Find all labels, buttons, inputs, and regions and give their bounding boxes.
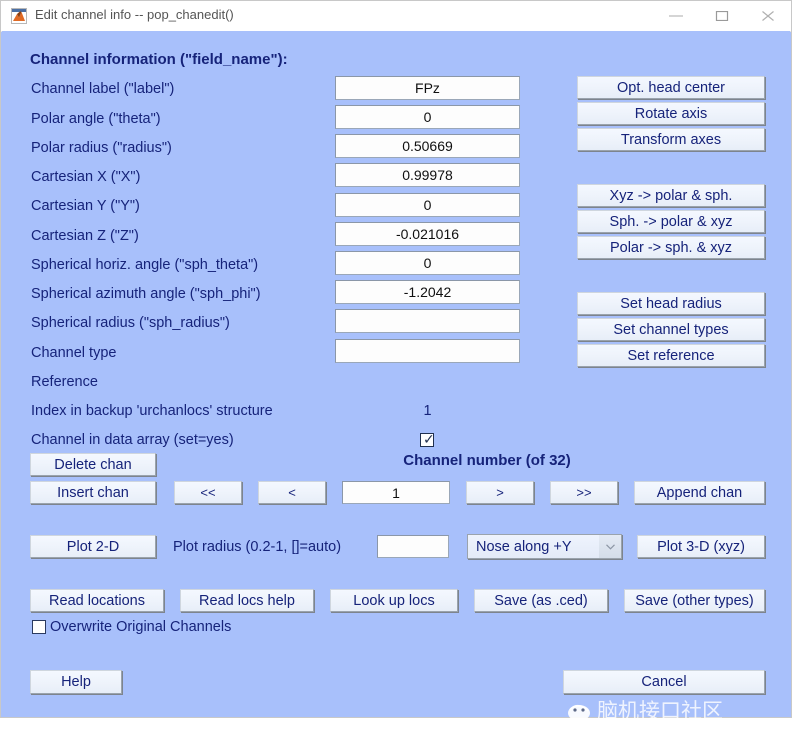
first-chan-button[interactable]: << (174, 481, 242, 504)
cartesian-z-input[interactable] (335, 222, 520, 246)
field-label-cartesian-z: Cartesian Z ("Z") (31, 228, 139, 244)
nose-orientation-value: Nose along +Y (476, 538, 572, 555)
xyz-to-polar-sph-button[interactable]: Xyz -> polar & sph. (577, 184, 765, 207)
close-button[interactable] (745, 1, 791, 30)
next-chan-button[interactable]: > (466, 481, 534, 504)
check-icon: ✓ (423, 432, 435, 448)
polar-to-sph-xyz-button[interactable]: Polar -> sph. & xyz (577, 236, 765, 259)
field-label-polar-angle: Polar angle ("theta") (31, 111, 161, 127)
insert-chan-button[interactable]: Insert chan (30, 481, 156, 504)
field-label-sph-theta: Spherical horiz. angle ("sph_theta") (31, 257, 259, 273)
field-label-cartesian-x: Cartesian X ("X") (31, 169, 141, 185)
polar-angle-input[interactable] (335, 105, 520, 129)
plot-2d-button[interactable]: Plot 2-D (30, 535, 156, 558)
prev-chan-button[interactable]: < (258, 481, 326, 504)
overwrite-original-channels-label: Overwrite Original Channels (50, 619, 232, 635)
plot-radius-label: Plot radius (0.2-1, []=auto) (173, 539, 342, 555)
field-label-sph-radius: Spherical radius ("sph_radius") (31, 315, 230, 331)
in-data-array-checkbox[interactable]: ✓ (420, 432, 435, 448)
index-row-label: Index in backup 'urchanlocs' structure (31, 403, 273, 419)
channel-number-title: Channel number (of 32) (403, 452, 571, 469)
rotate-axis-button[interactable]: Rotate axis (577, 102, 765, 125)
cancel-button[interactable]: Cancel (563, 670, 765, 694)
sph-phi-input[interactable] (335, 280, 520, 304)
help-button[interactable]: Help (30, 670, 122, 694)
channel-number-input[interactable] (342, 481, 450, 504)
index-row-value: 1 (423, 403, 432, 419)
watermark: 脑机接口社区 (563, 691, 768, 731)
field-label-channel-label: Channel label ("label") (31, 81, 175, 97)
sph-to-polar-xyz-button[interactable]: Sph. -> polar & xyz (577, 210, 765, 233)
overwrite-original-channels-checkbox[interactable]: ✓ (32, 620, 46, 634)
cartesian-y-input[interactable] (335, 193, 520, 217)
section-header: Channel information ("field_name"): (30, 51, 288, 68)
last-chan-button[interactable]: >> (550, 481, 618, 504)
dialog-body: Channel information ("field_name"): Chan… (2, 31, 790, 723)
delete-chan-button[interactable]: Delete chan (30, 453, 156, 476)
plot-radius-input[interactable] (377, 535, 449, 558)
field-label-reference: Reference (31, 374, 98, 390)
sph-radius-input[interactable] (335, 309, 520, 333)
opt-head-center-button[interactable]: Opt. head center (577, 76, 765, 99)
look-up-locs-button[interactable]: Look up locs (330, 589, 458, 612)
channel-label-input[interactable] (335, 76, 520, 100)
in-data-array-label: Channel in data array (set=yes) (31, 432, 234, 448)
brain-logo-icon (565, 697, 593, 725)
sph-theta-input[interactable] (335, 251, 520, 275)
save-other-types-button[interactable]: Save (other types) (624, 589, 765, 612)
title-bar: Edit channel info -- pop_chanedit() (1, 1, 791, 32)
watermark-text: 脑机接口社区 (597, 699, 723, 723)
set-reference-button[interactable]: Set reference (577, 344, 765, 367)
window-title: Edit channel info -- pop_chanedit() (35, 7, 234, 22)
read-locations-button[interactable]: Read locations (30, 589, 164, 612)
field-label-cartesian-y: Cartesian Y ("Y") (31, 198, 140, 214)
set-head-radius-button[interactable]: Set head radius (577, 292, 765, 315)
transform-axes-button[interactable]: Transform axes (577, 128, 765, 151)
plot-3d-button[interactable]: Plot 3-D (xyz) (637, 535, 765, 558)
read-locs-help-button[interactable]: Read locs help (180, 589, 314, 612)
chevron-down-icon (599, 535, 621, 558)
nose-orientation-dropdown[interactable]: Nose along +Y (467, 534, 622, 559)
dialog-window: Edit channel info -- pop_chanedit() Chan… (0, 0, 792, 723)
field-label-channel-type: Channel type (31, 345, 117, 361)
save-as-ced-button[interactable]: Save (as .ced) (474, 589, 608, 612)
cartesian-x-input[interactable] (335, 163, 520, 187)
minimize-button[interactable] (653, 1, 699, 30)
channel-type-input[interactable] (335, 339, 520, 363)
field-label-sph-phi: Spherical azimuth angle ("sph_phi") (31, 286, 261, 302)
matlab-icon (11, 8, 27, 24)
field-label-polar-radius: Polar radius ("radius") (31, 140, 172, 156)
append-chan-button[interactable]: Append chan (634, 481, 765, 504)
polar-radius-input[interactable] (335, 134, 520, 158)
maximize-button[interactable] (699, 1, 745, 30)
set-channel-types-button[interactable]: Set channel types (577, 318, 765, 341)
